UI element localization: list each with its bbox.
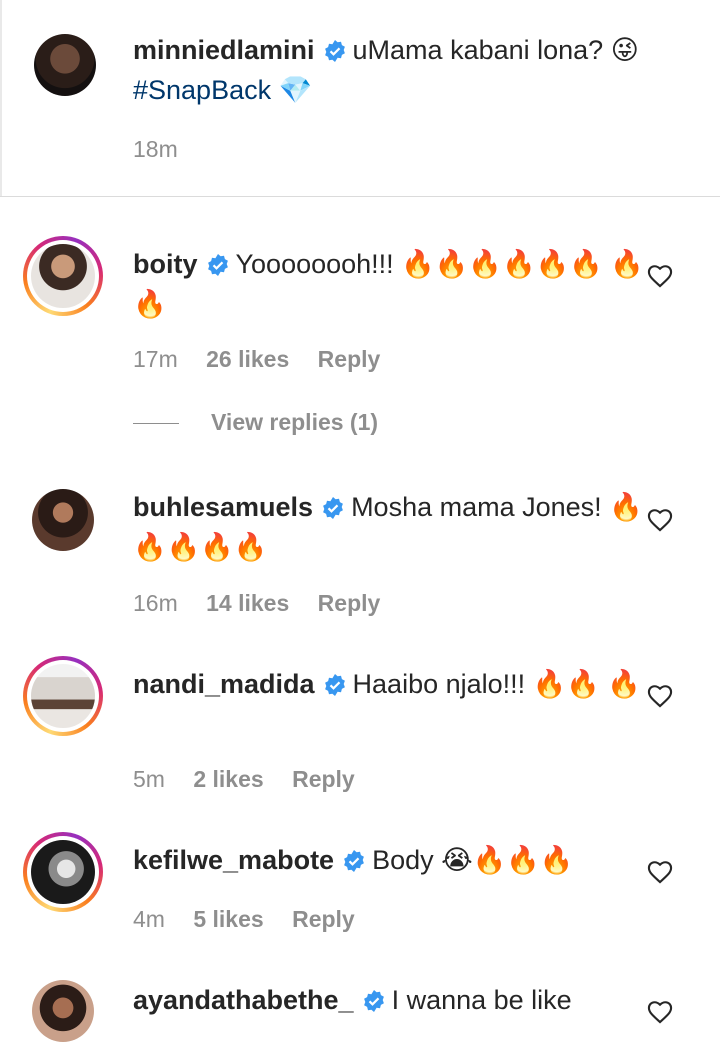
comment-time: 4m xyxy=(133,906,165,932)
heart-icon[interactable] xyxy=(646,262,674,288)
story-ring[interactable] xyxy=(23,832,103,912)
comment-username[interactable]: boity xyxy=(133,249,198,279)
reply-button[interactable]: Reply xyxy=(318,346,381,372)
heart-icon[interactable] xyxy=(646,506,674,532)
comment-text: ayandathabethe_ I wanna be like xyxy=(133,982,663,1022)
post-caption: minniedlamini uMama kabani lona? 😜 #SnapB… xyxy=(0,0,720,197)
edge-line xyxy=(0,0,2,197)
comment-text: buhlesamuels Mosha mama Jones! 🔥🔥🔥🔥🔥 xyxy=(133,489,663,565)
comment-time: 17m xyxy=(133,346,178,372)
comment-meta: 16m 14 likes Reply xyxy=(133,590,402,617)
comment-username[interactable]: buhlesamuels xyxy=(133,492,313,522)
caption-time: 18m xyxy=(133,136,178,162)
comment-meta: 5m 2 likes Reply xyxy=(133,766,377,793)
reply-button[interactable]: Reply xyxy=(292,766,355,792)
verified-badge-icon xyxy=(362,986,386,1022)
caption-meta: 18m xyxy=(133,136,200,163)
story-ring[interactable] xyxy=(23,236,103,316)
comment-meta: 4m 5 likes Reply xyxy=(133,906,377,933)
avatar[interactable] xyxy=(32,489,94,551)
verified-badge-icon xyxy=(342,846,366,882)
comment-likes[interactable]: 26 likes xyxy=(206,346,289,372)
heart-icon[interactable] xyxy=(646,998,674,1024)
caption-text: minniedlamini uMama kabani lona? 😜 #SnapB… xyxy=(133,32,663,108)
caption-hashtag[interactable]: #SnapBack 💎 xyxy=(133,75,312,105)
avatar[interactable] xyxy=(34,34,96,96)
story-ring[interactable] xyxy=(23,656,103,736)
reply-button[interactable]: Reply xyxy=(292,906,355,932)
comment-text: nandi_madida Haaibo njalo!!! 🔥🔥 🔥 xyxy=(133,666,663,706)
comment-username[interactable]: kefilwe_mabote xyxy=(133,845,334,875)
verified-badge-icon xyxy=(321,493,345,529)
avatar[interactable] xyxy=(31,244,95,308)
heart-icon[interactable] xyxy=(646,858,674,884)
verified-badge-icon xyxy=(323,36,347,72)
verified-badge-icon xyxy=(323,670,347,706)
comment-likes[interactable]: 14 likes xyxy=(206,590,289,616)
verified-badge-icon xyxy=(206,250,230,286)
view-replies-label: View replies (1) xyxy=(211,409,379,435)
comment-likes[interactable]: 5 likes xyxy=(193,906,263,932)
comment-username[interactable]: nandi_madida xyxy=(133,669,315,699)
heart-icon[interactable] xyxy=(646,682,674,708)
comment-message: Haaibo njalo!!! 🔥🔥 🔥 xyxy=(352,669,642,699)
caption-username[interactable]: minniedlamini xyxy=(133,35,315,65)
caption-message: uMama kabani lona? 😜 xyxy=(352,35,639,65)
comment-text: kefilwe_mabote Body 😭🔥🔥🔥 xyxy=(133,842,663,882)
comment-time: 5m xyxy=(133,766,165,792)
comment-message: Body 😭🔥🔥🔥 xyxy=(372,845,574,875)
comment-likes[interactable]: 2 likes xyxy=(193,766,263,792)
divider xyxy=(0,196,720,197)
comment-username[interactable]: ayandathabethe_ xyxy=(133,985,354,1015)
comment-time: 16m xyxy=(133,590,178,616)
comment-text: boity Yoooooooh!!! 🔥🔥🔥🔥🔥🔥 🔥🔥 xyxy=(133,246,663,322)
comment-message: I wanna be like xyxy=(391,985,572,1015)
avatar[interactable] xyxy=(31,840,95,904)
view-replies-button[interactable]: View replies (1) xyxy=(133,409,378,436)
view-replies-line xyxy=(133,423,179,425)
avatar[interactable] xyxy=(32,980,94,1042)
comment-meta: 17m 26 likes Reply xyxy=(133,346,402,373)
avatar[interactable] xyxy=(31,664,95,728)
reply-button[interactable]: Reply xyxy=(318,590,381,616)
